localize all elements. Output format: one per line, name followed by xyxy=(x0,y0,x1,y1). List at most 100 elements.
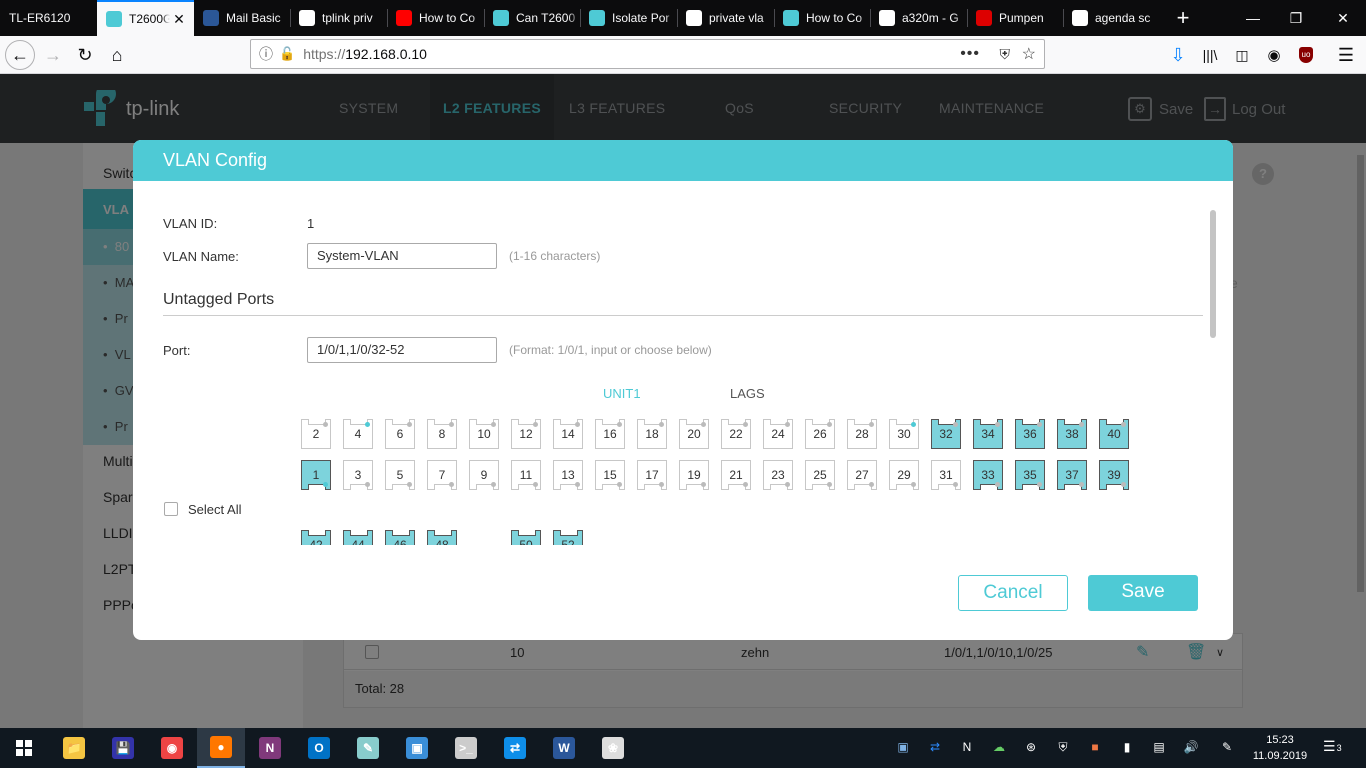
forward-button[interactable]: → xyxy=(38,40,68,70)
menu-icon[interactable]: ☰ xyxy=(1331,40,1361,70)
close-window-button[interactable]: ✕ xyxy=(1320,0,1366,36)
browser-tab[interactable]: Isolate Por xyxy=(580,0,677,36)
browser-tab[interactable]: How to Co xyxy=(387,0,484,36)
port-30-button[interactable]: 30 xyxy=(889,419,919,449)
file-explorer-icon[interactable]: 📁 xyxy=(50,728,98,768)
port-19-button[interactable]: 19 xyxy=(679,460,709,490)
port-23-button[interactable]: 23 xyxy=(763,460,793,490)
tray-nx-icon[interactable]: N xyxy=(959,740,975,756)
dialog-scrollbar[interactable] xyxy=(1210,210,1216,338)
port-6-button[interactable]: 6 xyxy=(385,419,415,449)
tray-pen-icon[interactable]: ✎ xyxy=(1219,740,1235,756)
port-52-button[interactable]: 52 xyxy=(553,530,583,545)
home-button[interactable]: ⌂ xyxy=(102,40,132,70)
minimize-button[interactable]: — xyxy=(1230,0,1276,36)
info-icon[interactable]: ⓘ xyxy=(259,44,273,64)
port-10-button[interactable]: 10 xyxy=(469,419,499,449)
port-17-button[interactable]: 17 xyxy=(637,460,667,490)
floppy-save-icon[interactable]: 💾 xyxy=(99,728,147,768)
teamviewer-icon[interactable]: ⇄ xyxy=(491,728,539,768)
port-14-button[interactable]: 14 xyxy=(553,419,583,449)
browser-tab[interactable]: Can T2600 xyxy=(484,0,581,36)
unit1-tab[interactable]: UNIT1 xyxy=(603,386,641,401)
url-bar[interactable]: ⓘ 🔓 https://192.168.0.10 ••• ⛨ ☆ xyxy=(250,39,1045,69)
port-11-button[interactable]: 11 xyxy=(511,460,541,490)
browser-tab[interactable]: agenda sc xyxy=(1063,0,1160,36)
save-button[interactable]: Save xyxy=(1088,575,1198,611)
reload-button[interactable]: ↻ xyxy=(70,40,100,70)
select-all-checkbox[interactable] xyxy=(164,502,178,516)
download-icon[interactable]: ⇩ xyxy=(1163,40,1193,70)
start-button[interactable] xyxy=(0,728,48,768)
terminal-icon[interactable]: >_ xyxy=(442,728,490,768)
maximize-button[interactable]: ❐ xyxy=(1273,0,1319,36)
tray-office-icon[interactable]: ■ xyxy=(1087,740,1103,756)
new-tab-button[interactable]: + xyxy=(1160,0,1206,36)
port-4-button[interactable]: 4 xyxy=(343,419,373,449)
tray-shield-icon[interactable]: ⛨ xyxy=(1055,740,1071,756)
onenote-icon[interactable]: N xyxy=(246,728,294,768)
browser-tab[interactable]: How to Co xyxy=(774,0,871,36)
port-27-button[interactable]: 27 xyxy=(847,460,877,490)
port-22-button[interactable]: 22 xyxy=(721,419,751,449)
port-21-button[interactable]: 21 xyxy=(721,460,751,490)
port-29-button[interactable]: 29 xyxy=(889,460,919,490)
paint-icon[interactable]: ❀ xyxy=(589,728,637,768)
tray-cloud-icon[interactable]: ☁ xyxy=(991,740,1007,756)
account-icon[interactable]: ◉ xyxy=(1259,40,1289,70)
lags-tab[interactable]: LAGS xyxy=(730,386,765,401)
browser-tab[interactable]: TL-ER6120 xyxy=(0,0,97,36)
word-icon[interactable]: W xyxy=(540,728,588,768)
port-33-button[interactable]: 33 xyxy=(973,460,1003,490)
notification-center-icon[interactable]: ☰3 xyxy=(1323,738,1342,755)
port-50-button[interactable]: 50 xyxy=(511,530,541,545)
port-42-button[interactable]: 42 xyxy=(301,530,331,545)
port-46-button[interactable]: 46 xyxy=(385,530,415,545)
vlan-name-input[interactable]: System-VLAN xyxy=(307,243,497,269)
port-5-button[interactable]: 5 xyxy=(385,460,415,490)
tray-vm-icon[interactable]: ⊛ xyxy=(1023,740,1039,756)
port-13-button[interactable]: 13 xyxy=(553,460,583,490)
bookmark-star-icon[interactable]: ☆ xyxy=(1022,44,1036,64)
port-36-button[interactable]: 36 xyxy=(1015,419,1045,449)
port-35-button[interactable]: 35 xyxy=(1015,460,1045,490)
browser-tab[interactable]: Mail Basic xyxy=(194,0,291,36)
port-48-button[interactable]: 48 xyxy=(427,530,457,545)
insecure-lock-icon[interactable]: 🔓 xyxy=(279,46,295,62)
browser-tab[interactable]: a320m - G xyxy=(870,0,967,36)
port-2-button[interactable]: 2 xyxy=(301,419,331,449)
ublock-icon[interactable]: uo xyxy=(1291,40,1321,70)
port-3-button[interactable]: 3 xyxy=(343,460,373,490)
tray-remote-icon[interactable]: ▣ xyxy=(895,740,911,756)
port-40-button[interactable]: 40 xyxy=(1099,419,1129,449)
tray-volume-icon[interactable]: 🔊 xyxy=(1183,740,1199,756)
port-26-button[interactable]: 26 xyxy=(805,419,835,449)
port-20-button[interactable]: 20 xyxy=(679,419,709,449)
port-32-button[interactable]: 32 xyxy=(931,419,961,449)
chrome-icon[interactable]: ◉ xyxy=(148,728,196,768)
browser-tab[interactable]: T2600G ✕ xyxy=(97,0,194,36)
cancel-button[interactable]: Cancel xyxy=(958,575,1068,611)
remote-desktop-icon[interactable]: ▣ xyxy=(393,728,441,768)
notepad-icon[interactable]: ✎ xyxy=(344,728,392,768)
library-icon[interactable]: |||\ xyxy=(1195,40,1225,70)
sidebar-toggle-icon[interactable]: ◫ xyxy=(1227,40,1257,70)
browser-tab[interactable]: Pumpen xyxy=(967,0,1064,36)
url-text[interactable]: https://192.168.0.10 xyxy=(303,46,427,62)
firefox-icon[interactable]: ● xyxy=(197,728,245,768)
back-button[interactable]: ← xyxy=(5,40,35,70)
port-44-button[interactable]: 44 xyxy=(343,530,373,545)
taskbar-clock[interactable]: 15:23 11.09.2019 xyxy=(1248,732,1312,764)
port-15-button[interactable]: 15 xyxy=(595,460,625,490)
port-18-button[interactable]: 18 xyxy=(637,419,667,449)
port-8-button[interactable]: 8 xyxy=(427,419,457,449)
port-37-button[interactable]: 37 xyxy=(1057,460,1087,490)
select-all-label[interactable]: Select All xyxy=(188,502,241,517)
port-31-button[interactable]: 31 xyxy=(931,460,961,490)
page-actions-icon[interactable]: ••• xyxy=(960,45,980,63)
port-7-button[interactable]: 7 xyxy=(427,460,457,490)
port-24-button[interactable]: 24 xyxy=(763,419,793,449)
port-1-button[interactable]: 1 xyxy=(301,460,331,490)
port-38-button[interactable]: 38 xyxy=(1057,419,1087,449)
pocket-icon[interactable]: ⛨ xyxy=(1000,46,1011,63)
